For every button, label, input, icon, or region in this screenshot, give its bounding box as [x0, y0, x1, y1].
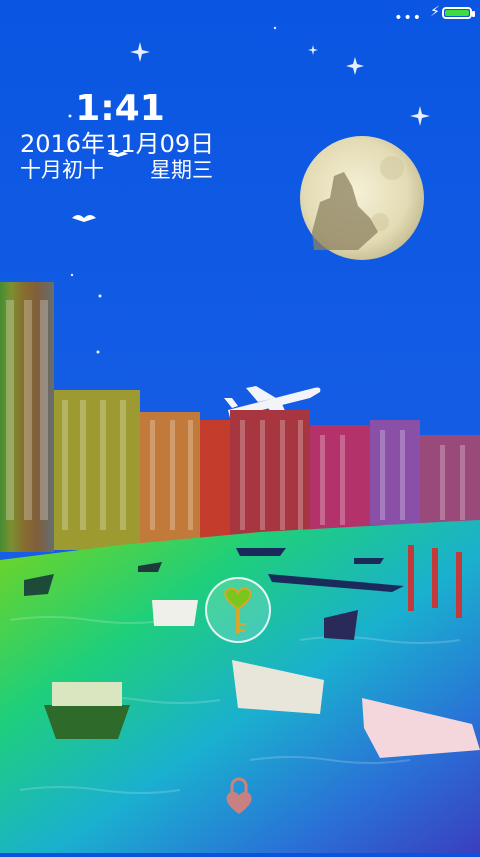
battery-tip	[472, 11, 475, 17]
bolt-icon: ⚡	[430, 4, 440, 20]
padlock-icon[interactable]	[224, 776, 254, 816]
battery-level	[445, 10, 469, 16]
moon	[300, 136, 424, 260]
lunar-date-text: 十月初十	[20, 158, 104, 182]
heart-key-icon	[224, 587, 252, 633]
weekday-text: 星期三	[150, 158, 213, 182]
status-bar: ••• ⚡	[0, 0, 480, 28]
battery-icon	[442, 7, 472, 19]
clock-time: 1:41	[75, 88, 165, 129]
padlock-icon-graphic	[226, 777, 252, 814]
unlock-button[interactable]	[205, 577, 271, 643]
signal-dots-icon: •••	[394, 10, 422, 26]
